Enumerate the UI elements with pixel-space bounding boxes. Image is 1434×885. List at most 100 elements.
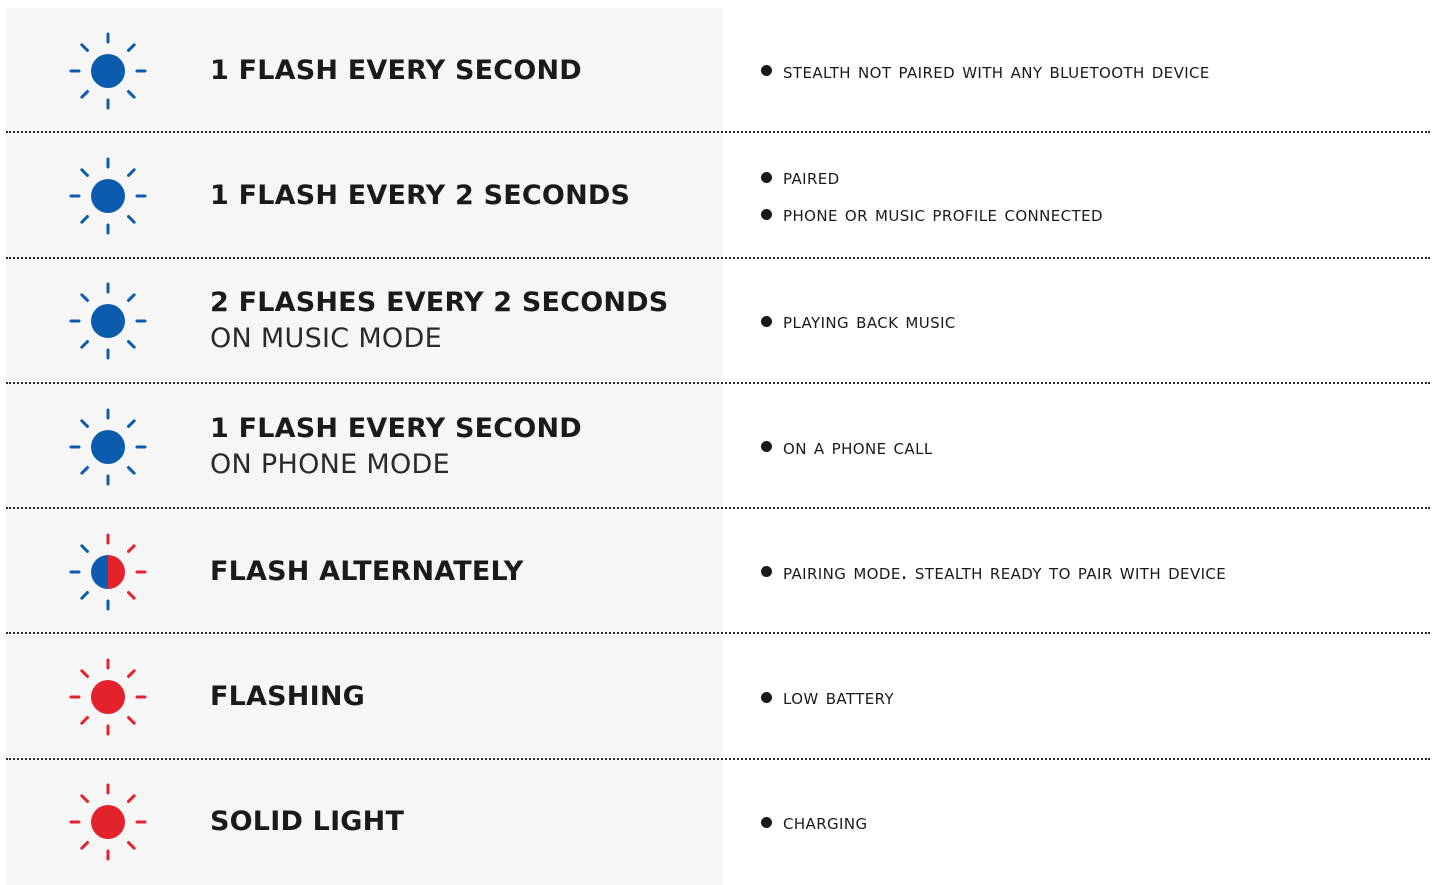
led-ray	[127, 214, 136, 224]
meaning-text: CHARGING	[783, 810, 868, 835]
status-text: FLASHING	[210, 679, 365, 715]
bullet-dot-icon	[761, 566, 772, 578]
led-ray	[127, 293, 136, 303]
led-ray	[80, 418, 89, 428]
led-status-cell: 1 FLASH EVERY SECOND	[6, 8, 723, 134]
status-row: 1 FLASH EVERY 2 SECONDS PAIRED PHONE OR …	[0, 133, 1434, 259]
led-status-cell: SOLID LIGHT	[6, 759, 723, 885]
meaning-text: LOW BATTERY	[783, 685, 895, 710]
blue-led-icon	[62, 25, 154, 117]
led-ray	[80, 465, 89, 475]
led-ray	[80, 794, 89, 804]
meaning-text: ON A PHONE CALL	[783, 434, 933, 459]
led-ray	[127, 340, 136, 349]
led-core	[91, 429, 125, 464]
led-ray	[127, 418, 136, 428]
status-title: SOLID LIGHT	[210, 806, 405, 838]
bullet-dot-icon	[761, 691, 772, 703]
led-ray	[127, 841, 136, 851]
status-row: 1 FLASH EVERY SECOND STEALTH NOT PAIRED …	[0, 8, 1434, 134]
led-status-table: 1 FLASH EVERY SECOND STEALTH NOT PAIRED …	[0, 8, 1434, 885]
red-led-icon	[62, 651, 154, 743]
status-subtitle: ON PHONE MODE	[210, 448, 451, 480]
led-ray	[127, 465, 136, 475]
led-right-half	[108, 554, 125, 589]
status-row: 2 FLASHES EVERY 2 SECONDS ON MUSIC MODE …	[0, 258, 1434, 384]
status-row: FLASHING LOW BATTERY	[0, 634, 1434, 760]
status-row: FLASH ALTERNATELY PAIRING MODE. STEALTH …	[0, 509, 1434, 635]
led-status-cell: FLASHING	[6, 634, 723, 760]
led-ray	[80, 544, 89, 553]
status-title: FLASHING	[210, 681, 365, 713]
led-left-half	[91, 554, 108, 589]
status-text: 1 FLASH EVERY SECOND ON PHONE MODE	[210, 411, 582, 483]
led-ray	[127, 590, 136, 600]
status-text: 1 FLASH EVERY 2 SECONDS	[210, 178, 630, 214]
bullet-dot-icon	[761, 208, 772, 220]
led-status-cell: 2 FLASHES EVERY 2 SECONDS ON MUSIC MODE	[6, 258, 723, 384]
meaning-cell: PAIRING MODE. STEALTH READY TO PAIR WITH…	[723, 509, 1434, 634]
status-row: 1 FLASH EVERY SECOND ON PHONE MODE ON A …	[0, 383, 1434, 510]
led-core	[91, 805, 125, 840]
led-ray	[80, 168, 89, 177]
led-ray	[80, 669, 89, 679]
meaning-cell: PLAYING BACK MUSIC	[723, 259, 1434, 384]
meaning-text: PLAYING BACK MUSIC	[783, 309, 956, 334]
blue-red-led-icon	[62, 526, 154, 618]
meaning-text: PAIRED	[783, 165, 840, 190]
status-title: 1 FLASH EVERY 2 SECONDS	[210, 179, 631, 211]
status-text: SOLID LIGHT	[210, 804, 404, 840]
led-ray	[80, 716, 89, 725]
led-core	[91, 53, 125, 88]
bullet-dot-icon	[761, 441, 772, 453]
bullet-dot-icon	[761, 315, 772, 327]
status-title: 1 FLASH EVERY SECOND	[210, 54, 582, 86]
meaning-item: PAIRED	[761, 159, 1434, 196]
meaning-item: ON A PHONE CALL	[761, 428, 1434, 465]
meaning-text: STEALTH NOT PAIRED WITH ANY BLUETOOTH DE…	[783, 58, 1210, 83]
meaning-cell: CHARGING	[723, 760, 1434, 885]
meaning-item: PLAYING BACK MUSIC	[761, 303, 1434, 340]
status-title: 1 FLASH EVERY SECOND	[210, 412, 582, 444]
meaning-item: PAIRING MODE. STEALTH READY TO PAIR WITH…	[761, 553, 1434, 590]
blue-led-icon	[62, 150, 154, 242]
meaning-cell: STEALTH NOT PAIRED WITH ANY BLUETOOTH DE…	[723, 8, 1434, 133]
meaning-text: PAIRING MODE. STEALTH READY TO PAIR WITH…	[783, 559, 1227, 584]
bullet-dot-icon	[761, 171, 772, 183]
meaning-text: PHONE OR MUSIC PROFILE CONNECTED	[783, 202, 1103, 227]
led-ray	[80, 590, 89, 600]
status-subtitle: ON MUSIC MODE	[210, 323, 442, 355]
meaning-item: LOW BATTERY	[761, 679, 1434, 716]
led-status-cell: FLASH ALTERNATELY	[6, 509, 723, 635]
led-status-cell: 1 FLASH EVERY 2 SECONDS	[6, 133, 723, 259]
meaning-item: STEALTH NOT PAIRED WITH ANY BLUETOOTH DE…	[761, 52, 1434, 89]
blue-led-icon	[62, 275, 154, 367]
led-ray	[127, 89, 136, 99]
status-title: 2 FLASHES EVERY 2 SECONDS	[210, 287, 669, 319]
led-ray	[80, 89, 89, 99]
led-ray	[127, 794, 136, 804]
led-ray	[127, 669, 136, 679]
status-row: SOLID LIGHT CHARGING	[0, 759, 1434, 885]
led-core	[91, 680, 125, 715]
meaning-cell: ON A PHONE CALL	[723, 384, 1434, 509]
blue-led-icon	[62, 401, 154, 493]
led-status-cell: 1 FLASH EVERY SECOND ON PHONE MODE	[6, 383, 723, 510]
led-ray	[127, 544, 136, 553]
bullet-dot-icon	[761, 65, 772, 77]
led-core	[91, 304, 125, 339]
status-text: 1 FLASH EVERY SECOND	[210, 53, 582, 89]
red-led-icon	[62, 776, 154, 868]
meaning-cell: PAIRED PHONE OR MUSIC PROFILE CONNECTED	[723, 133, 1434, 258]
bullet-dot-icon	[761, 816, 772, 828]
meaning-cell: LOW BATTERY	[723, 634, 1434, 759]
led-ray	[80, 214, 89, 224]
status-text: 2 FLASHES EVERY 2 SECONDS ON MUSIC MODE	[210, 285, 668, 357]
led-core	[91, 178, 125, 213]
status-title: FLASH ALTERNATELY	[210, 555, 524, 587]
led-ray	[127, 168, 136, 177]
led-ray	[127, 42, 136, 52]
led-ray	[127, 716, 136, 725]
meaning-item: PHONE OR MUSIC PROFILE CONNECTED	[761, 196, 1434, 233]
led-ray	[80, 340, 89, 349]
